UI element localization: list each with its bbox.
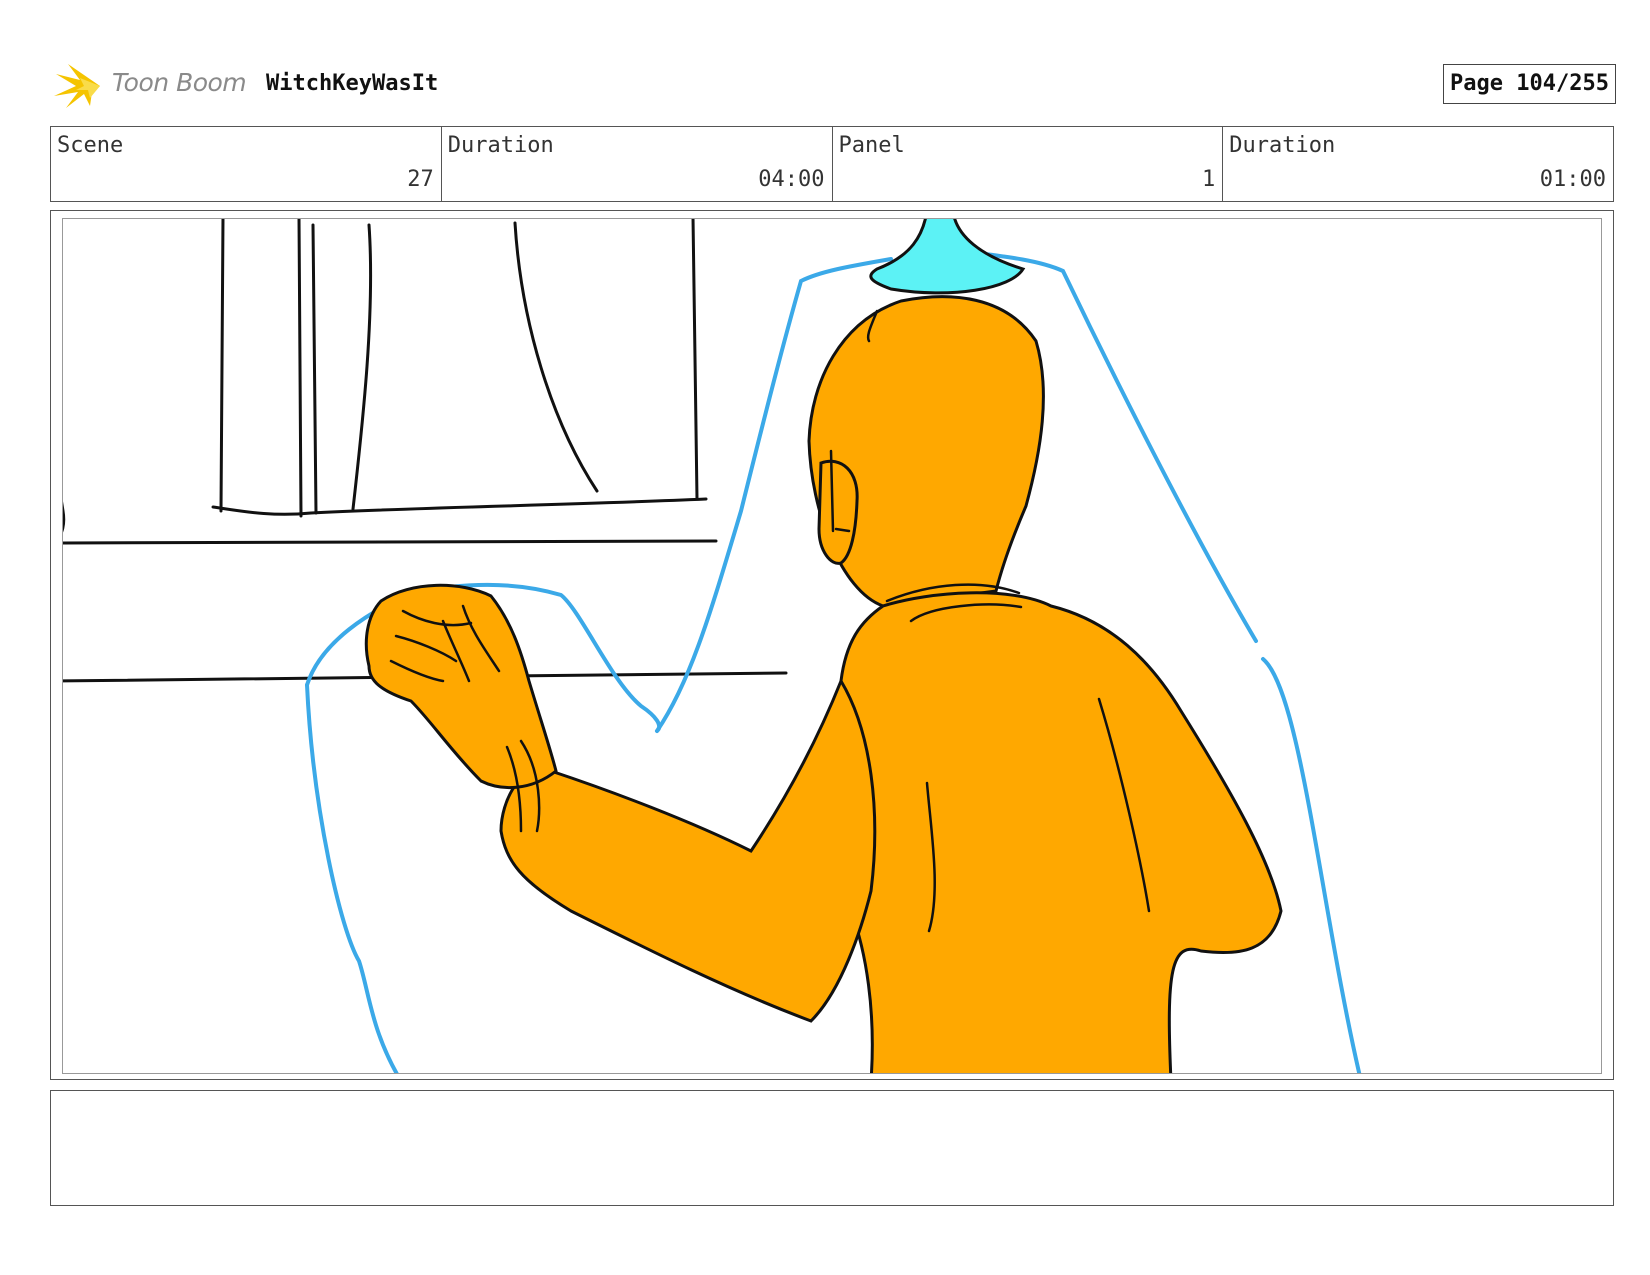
panel-duration-value: 01:00 <box>1539 167 1606 192</box>
character-ear <box>817 459 859 565</box>
scene-duration-label: Duration <box>447 133 554 158</box>
panel-label: Panel <box>838 133 905 158</box>
character-arm <box>499 677 877 1023</box>
character-torso <box>839 591 1283 1073</box>
panel-drawing-area <box>62 218 1602 1074</box>
project-title: WitchKeyWasIt <box>266 71 439 96</box>
character-hand <box>364 583 558 790</box>
toon-boom-logo: Toon Boom <box>54 60 254 110</box>
panel-info-row: Scene 27 Duration 04:00 Panel 1 Duration… <box>50 126 1614 202</box>
panel-duration-cell: Duration 01:00 <box>1223 127 1613 201</box>
character-figure <box>364 295 1283 1073</box>
scene-duration-value: 04:00 <box>758 167 825 192</box>
panel-notes-box <box>50 1090 1614 1206</box>
scene-duration-cell: Duration 04:00 <box>442 127 833 201</box>
page-number: Page 104/255 <box>1443 64 1616 104</box>
panel-cell: Panel 1 <box>833 127 1224 201</box>
toon-boom-star-icon <box>54 64 100 108</box>
scene-value: 27 <box>407 167 434 192</box>
logo-text: Toon Boom <box>112 68 247 97</box>
scene-cell: Scene 27 <box>51 127 442 201</box>
panel-duration-label: Duration <box>1229 133 1336 158</box>
panel-value: 1 <box>1202 167 1216 192</box>
storyboard-panel <box>50 210 1614 1080</box>
page-header: Toon Boom WitchKeyWasIt Page 104/255 <box>50 56 1616 112</box>
panel-sketch <box>63 219 1362 1073</box>
scene-label: Scene <box>57 133 124 158</box>
